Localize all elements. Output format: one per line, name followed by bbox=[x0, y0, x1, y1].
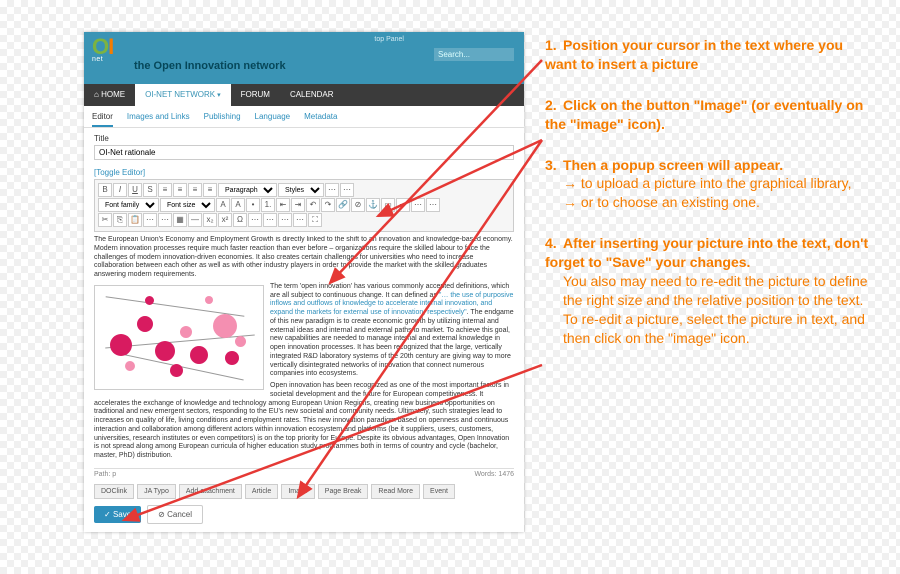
wysiwyg-toolbar: B I U S ≡ ≡ ≡ ≡ Paragraph Styles ⋯ ⋯ Fon… bbox=[94, 179, 514, 232]
toolbar-icon[interactable]: A bbox=[231, 198, 245, 212]
site-logo: OI net bbox=[92, 34, 113, 63]
unlink-icon[interactable]: ⊘ bbox=[351, 198, 365, 212]
top-panel-tab[interactable]: top Panel bbox=[374, 36, 404, 43]
instruction-step-2: 2.Click on the button "Image" (or eventu… bbox=[545, 96, 875, 134]
font-size-select[interactable]: Font size bbox=[160, 198, 215, 212]
copy-icon[interactable]: ⎘ bbox=[113, 213, 127, 227]
italic-icon[interactable]: I bbox=[113, 183, 127, 197]
search-input[interactable] bbox=[434, 48, 514, 61]
tab-editor[interactable]: Editor bbox=[92, 112, 113, 127]
main-nav: HOME OI-NET NETWORK FORUM CALENDAR bbox=[84, 84, 524, 106]
word-count: Words: 1476 bbox=[474, 471, 514, 478]
anchor-icon[interactable]: ⚓ bbox=[366, 198, 380, 212]
bold-icon[interactable]: B bbox=[98, 183, 112, 197]
outdent-icon[interactable]: ⇤ bbox=[276, 198, 290, 212]
editor-statusbar: Path: p Words: 1476 bbox=[94, 468, 514, 480]
sup-icon[interactable]: x² bbox=[218, 213, 232, 227]
align-center-icon[interactable]: ≡ bbox=[173, 183, 187, 197]
toolbar-icon[interactable]: ⋯ bbox=[325, 183, 339, 197]
instruction-sub: To re-edit a picture, select the picture… bbox=[563, 310, 875, 348]
inline-figure[interactable] bbox=[94, 285, 264, 390]
editor-subtabs: Editor Images and Links Publishing Langu… bbox=[84, 106, 524, 128]
site-tagline: the Open Innovation network bbox=[134, 60, 286, 72]
instruction-sub: to upload a picture into the graphical l… bbox=[563, 174, 875, 193]
instruction-sub: or to choose an existing one. bbox=[563, 193, 875, 212]
instruction-list: 1.Position your cursor in the text where… bbox=[545, 36, 875, 370]
nav-forum[interactable]: FORUM bbox=[231, 84, 280, 106]
page-break-button[interactable]: Page Break bbox=[318, 484, 369, 499]
tab-publishing[interactable]: Publishing bbox=[204, 112, 241, 127]
path-indicator: Path: p bbox=[94, 471, 116, 478]
insert-button-row: DOClink JA Typo Add attachment Article I… bbox=[94, 484, 514, 499]
styles-select[interactable]: Styles bbox=[278, 183, 324, 197]
paste-icon[interactable]: 📋 bbox=[128, 213, 142, 227]
save-button[interactable]: Save bbox=[94, 506, 141, 523]
body-paragraph: Open innovation has been recognized as o… bbox=[94, 382, 514, 461]
title-input[interactable] bbox=[94, 145, 514, 160]
paragraph-select[interactable]: Paragraph bbox=[218, 183, 277, 197]
link-icon[interactable]: 🔗 bbox=[336, 198, 350, 212]
char-icon[interactable]: Ω bbox=[233, 213, 247, 227]
nav-home[interactable]: HOME bbox=[84, 84, 135, 106]
toolbar-icon[interactable]: ⋯ bbox=[411, 198, 425, 212]
toolbar-icon[interactable]: ⋯ bbox=[426, 198, 440, 212]
ol-icon[interactable]: 1. bbox=[261, 198, 275, 212]
site-banner: OI net the Open Innovation network top P… bbox=[84, 32, 524, 84]
read-more-button[interactable]: Read More bbox=[371, 484, 420, 499]
instruction-step-4: 4.After inserting your picture into the … bbox=[545, 234, 875, 347]
cancel-button[interactable]: Cancel bbox=[147, 505, 203, 524]
tab-metadata[interactable]: Metadata bbox=[304, 112, 337, 127]
align-right-icon[interactable]: ≡ bbox=[188, 183, 202, 197]
toggle-editor-link[interactable]: [Toggle Editor] bbox=[84, 166, 524, 179]
article-button[interactable]: Article bbox=[245, 484, 278, 499]
save-bar: Save Cancel bbox=[94, 505, 514, 524]
add-attachment-button[interactable]: Add attachment bbox=[179, 484, 242, 499]
nav-calendar[interactable]: CALENDAR bbox=[280, 84, 344, 106]
article-body[interactable]: The European Union's Economy and Employm… bbox=[94, 236, 514, 464]
search-box bbox=[434, 48, 514, 61]
toolbar-icon[interactable]: ⋯ bbox=[158, 213, 172, 227]
redo-icon[interactable]: ↷ bbox=[321, 198, 335, 212]
cms-editor-screenshot: OI net the Open Innovation network top P… bbox=[84, 32, 524, 532]
toolbar-icon[interactable]: ⋯ bbox=[278, 213, 292, 227]
strike-icon[interactable]: S bbox=[143, 183, 157, 197]
align-justify-icon[interactable]: ≡ bbox=[203, 183, 217, 197]
underline-icon[interactable]: U bbox=[128, 183, 142, 197]
indent-icon[interactable]: ⇥ bbox=[291, 198, 305, 212]
event-button[interactable]: Event bbox=[423, 484, 455, 499]
hr-icon[interactable]: — bbox=[188, 213, 202, 227]
table-icon[interactable]: ▦ bbox=[173, 213, 187, 227]
toolbar-icon[interactable]: ⋯ bbox=[263, 213, 277, 227]
logo-i: I bbox=[108, 34, 113, 59]
body-paragraph: The European Union's Economy and Employm… bbox=[94, 236, 514, 280]
instruction-step-3: 3.Then a popup screen will appear. to up… bbox=[545, 156, 875, 213]
toolbar-icon[interactable]: A bbox=[216, 198, 230, 212]
image-icon[interactable]: ▭ bbox=[381, 198, 395, 212]
font-family-select[interactable]: Font family bbox=[98, 198, 159, 212]
undo-icon[interactable]: ↶ bbox=[306, 198, 320, 212]
tab-images[interactable]: Images and Links bbox=[127, 112, 190, 127]
toolbar-icon[interactable]: ⋯ bbox=[340, 183, 354, 197]
tab-language[interactable]: Language bbox=[255, 112, 291, 127]
ul-icon[interactable]: • bbox=[246, 198, 260, 212]
title-field-wrap: Title bbox=[84, 128, 524, 166]
jatypo-button[interactable]: JA Typo bbox=[137, 484, 176, 499]
sub-icon[interactable]: x₂ bbox=[203, 213, 217, 227]
instruction-sub: You also may need to re-edit the picture… bbox=[563, 272, 875, 310]
toolbar-icon[interactable]: ⋯ bbox=[143, 213, 157, 227]
toolbar-icon[interactable]: ⋯ bbox=[293, 213, 307, 227]
toolbar-icon[interactable]: ⋯ bbox=[248, 213, 262, 227]
instruction-step-1: 1.Position your cursor in the text where… bbox=[545, 36, 875, 74]
image-button[interactable]: Image bbox=[281, 484, 314, 499]
title-label: Title bbox=[94, 134, 514, 143]
nav-network[interactable]: OI-NET NETWORK bbox=[135, 84, 231, 107]
cut-icon[interactable]: ✂ bbox=[98, 213, 112, 227]
align-left-icon[interactable]: ≡ bbox=[158, 183, 172, 197]
fullscreen-icon[interactable]: ⛶ bbox=[308, 213, 322, 227]
toolbar-icon[interactable]: ⋯ bbox=[396, 198, 410, 212]
doclink-button[interactable]: DOClink bbox=[94, 484, 134, 499]
